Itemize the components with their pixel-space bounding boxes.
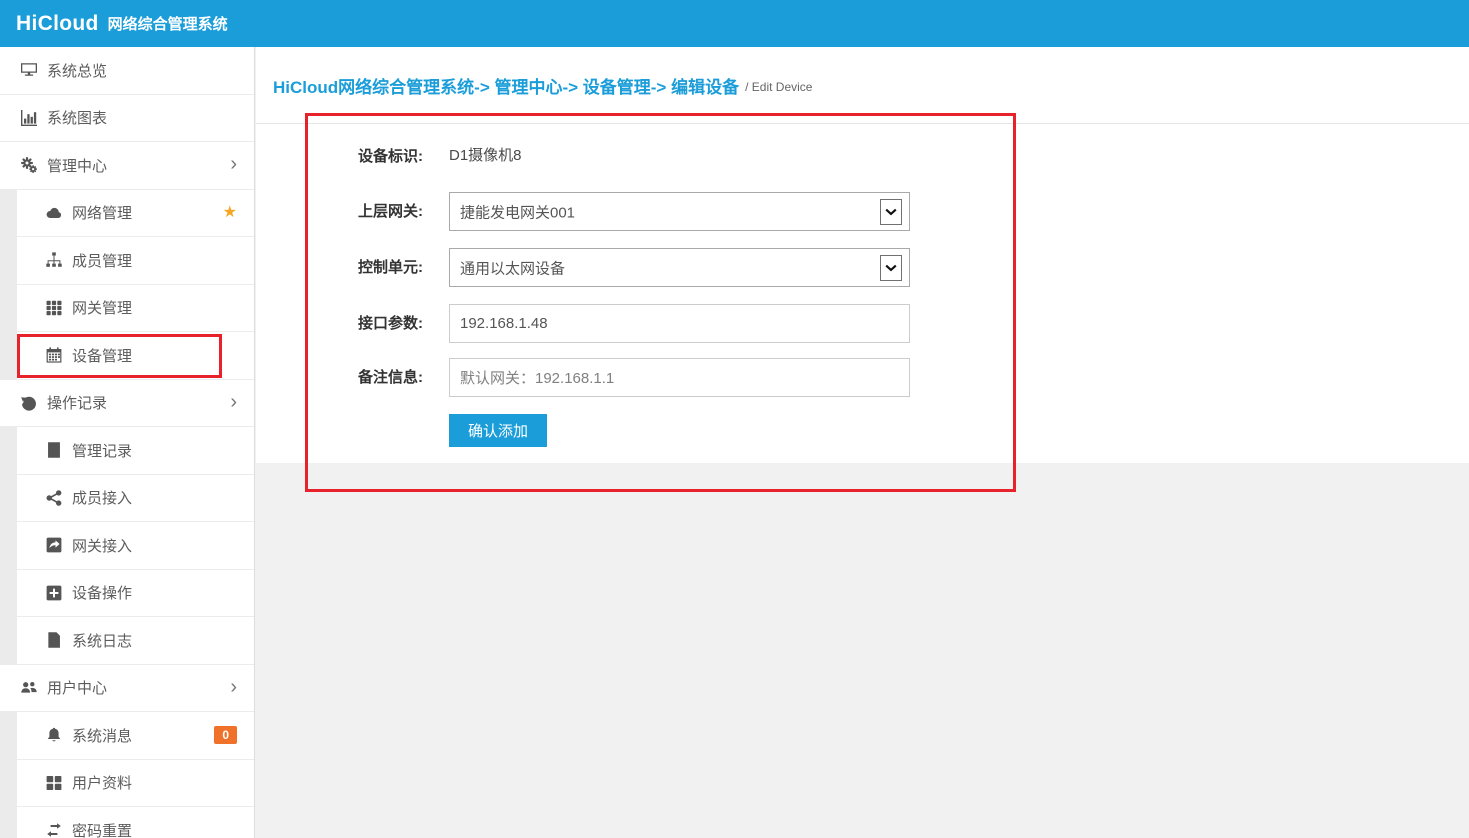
control-unit-label: 控制单元:	[348, 258, 423, 278]
sidebar-item-label: 操作记录	[47, 392, 107, 413]
bell-icon	[44, 727, 64, 743]
upper-gateway-select[interactable]: 捷能发电网关001	[449, 192, 910, 231]
sidebar-item-user-profile[interactable]: 用户资料	[17, 760, 254, 808]
main-content: HiCloud网络综合管理系统-> 管理中心-> 设备管理-> 编辑设备 / E…	[256, 47, 1469, 838]
sidebar-item-label: 系统图表	[47, 107, 107, 128]
sidebar-item-label: 设备操作	[72, 582, 132, 603]
sidebar-item-label: 设备管理	[72, 345, 132, 366]
chevron-down-icon[interactable]	[880, 199, 902, 225]
sidebar-item-label: 系统总览	[47, 60, 107, 81]
sidebar-item-system-overview[interactable]: 系统总览	[0, 47, 254, 95]
sidebar-item-gateway-access[interactable]: 网关接入	[17, 522, 254, 570]
grid-icon	[44, 300, 64, 316]
sidebar-item-label: 密码重置	[72, 820, 132, 838]
sidebar-item-device-management[interactable]: 设备管理	[17, 332, 254, 380]
history-icon	[19, 395, 39, 411]
device-id-label: 设备标识:	[348, 147, 423, 167]
selected-value: 捷能发电网关001	[460, 201, 575, 222]
file-text-icon	[44, 442, 64, 458]
sidebar-item-network-management[interactable]: 网络管理 ★	[17, 190, 254, 238]
sidebar-item-system-messages[interactable]: 系统消息 0	[17, 712, 254, 760]
sidebar-item-device-operation[interactable]: 设备操作	[17, 570, 254, 618]
sidebar-item-label: 成员接入	[72, 487, 132, 508]
sidebar-item-label: 网络管理	[72, 202, 132, 223]
sidebar-item-member-access[interactable]: 成员接入	[17, 475, 254, 523]
sidebar-item-label: 用户资料	[72, 772, 132, 793]
notification-badge: 0	[214, 726, 237, 744]
interface-params-label: 接口参数:	[348, 314, 423, 334]
remark-input[interactable]	[449, 358, 910, 397]
app-logo: HiCloud	[16, 12, 99, 36]
sidebar-item-label: 网关管理	[72, 297, 132, 318]
plus-square-icon	[44, 585, 64, 601]
device-id-value: D1摄像机8	[449, 144, 522, 165]
file-icon	[44, 632, 64, 648]
breadcrumb: HiCloud网络综合管理系统-> 管理中心-> 设备管理-> 编辑设备 / E…	[256, 47, 1469, 124]
breadcrumb-trail[interactable]: HiCloud网络综合管理系统-> 管理中心-> 设备管理-> 编辑设备	[273, 73, 739, 98]
sidebar-item-label: 网关接入	[72, 535, 132, 556]
selected-value: 通用以太网设备	[460, 257, 565, 278]
sidebar-item-system-logs[interactable]: 系统日志	[17, 617, 254, 665]
swap-arrows-icon	[44, 822, 64, 838]
sidebar-item-management-records[interactable]: 管理记录	[17, 427, 254, 475]
sidebar-item-member-management[interactable]: 成员管理	[17, 237, 254, 285]
top-bar: HiCloud 网络综合管理系统	[0, 0, 1469, 47]
sidebar-item-label: 管理中心	[47, 155, 107, 176]
sidebar-item-label: 系统消息	[72, 725, 132, 746]
sidebar-item-management-center[interactable]: 管理中心 ›	[0, 142, 254, 190]
cloud-icon	[44, 205, 64, 221]
upper-gateway-label: 上层网关:	[348, 202, 423, 222]
interface-params-input[interactable]	[449, 304, 910, 343]
desktop-icon	[19, 62, 39, 78]
sitemap-icon	[44, 252, 64, 268]
sidebar-item-system-charts[interactable]: 系统图表	[0, 95, 254, 143]
sidebar-item-label: 用户中心	[47, 677, 107, 698]
app-window: HiCloud 网络综合管理系统 系统总览 系统图表 管理中心 › 网络管理 ★…	[0, 0, 1469, 838]
sidebar-item-gateway-management[interactable]: 网关管理	[17, 285, 254, 333]
chevron-right-icon: ›	[230, 154, 237, 174]
gears-icon	[19, 157, 39, 173]
sidebar-item-password-reset[interactable]: 密码重置	[17, 807, 254, 838]
chevron-right-icon: ›	[230, 392, 237, 412]
sidebar-item-label: 管理记录	[72, 440, 132, 461]
breadcrumb-suffix: / Edit Device	[745, 80, 812, 94]
sidebar-item-label: 系统日志	[72, 630, 132, 651]
share-square-icon	[44, 537, 64, 553]
app-title: 网络综合管理系统	[108, 13, 228, 34]
sidebar: 系统总览 系统图表 管理中心 › 网络管理 ★ 成员管理 网关管理 设备管理	[0, 47, 255, 838]
share-nodes-icon	[44, 490, 64, 506]
chevron-right-icon: ›	[230, 677, 237, 697]
calendar-icon	[44, 347, 64, 363]
th-large-icon	[44, 775, 64, 791]
remark-label: 备注信息:	[348, 368, 423, 388]
form-panel	[256, 124, 1469, 463]
sidebar-item-user-center[interactable]: 用户中心 ›	[0, 665, 254, 713]
chevron-down-icon[interactable]	[880, 255, 902, 281]
confirm-add-button[interactable]: 确认添加	[449, 414, 547, 447]
sidebar-item-label: 成员管理	[72, 250, 132, 271]
star-icon: ★	[223, 205, 237, 221]
sidebar-item-operation-records[interactable]: 操作记录 ›	[0, 380, 254, 428]
users-icon	[19, 680, 39, 696]
control-unit-select[interactable]: 通用以太网设备	[449, 248, 910, 287]
bar-chart-icon	[19, 110, 39, 126]
